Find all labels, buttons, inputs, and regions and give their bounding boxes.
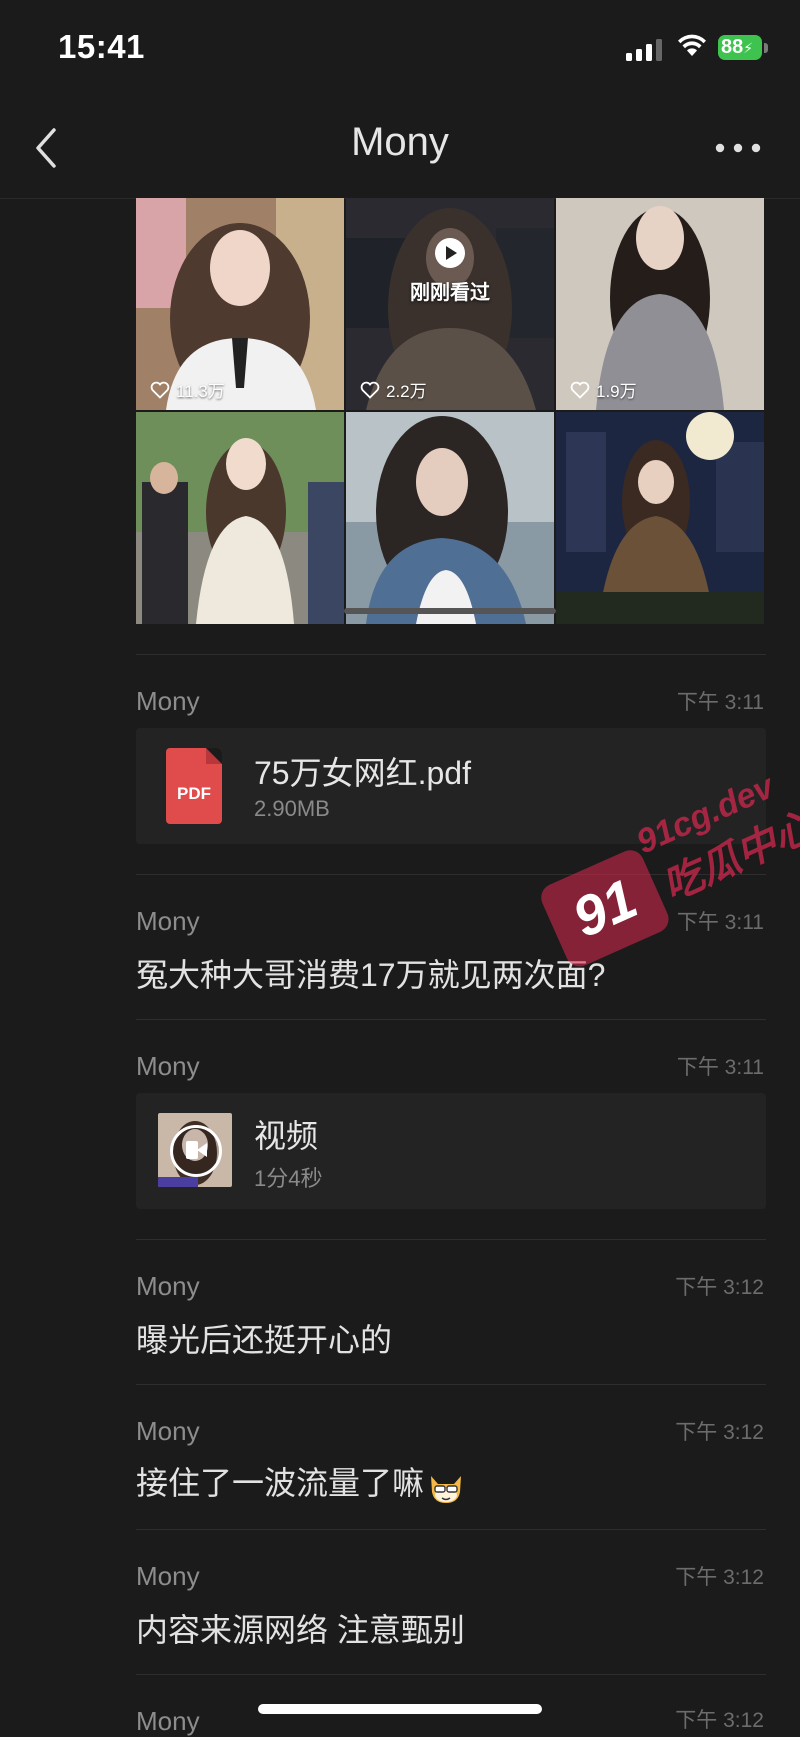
photo-image (556, 412, 764, 624)
message-sender: Mony (136, 906, 200, 936)
video-camera-icon (170, 1125, 222, 1177)
message-sender: Mony (136, 1271, 200, 1301)
message-sender: Mony (136, 1416, 200, 1446)
play-icon (435, 238, 465, 268)
message-divider (136, 654, 766, 655)
video-thumbnail (158, 1113, 232, 1187)
photo-image (346, 412, 554, 624)
grid-photo[interactable] (136, 412, 344, 624)
file-size: 2.90MB (254, 796, 330, 821)
message-time: 下午 3:11 (676, 1056, 764, 1079)
message-time: 下午 3:11 (676, 911, 764, 934)
grid-photo[interactable]: 1.9万 (556, 198, 764, 410)
message-time: 下午 3:11 (676, 691, 764, 714)
photo-grid: 11.3万 刚刚看过 2.2万 1.9万 (136, 198, 766, 624)
battery-cap (764, 43, 768, 53)
home-indicator[interactable] (258, 1704, 542, 1714)
grid-photo[interactable] (346, 412, 554, 624)
message-sender: Mony (136, 1051, 200, 1081)
message-text[interactable]: 接住了一波流量了嘛 (136, 1458, 466, 1506)
message-divider (136, 1529, 766, 1530)
cellular-signal-icon (626, 37, 662, 61)
video-message-card[interactable]: 视频 1分4秒 (136, 1093, 766, 1209)
message-sender: Mony (136, 686, 200, 716)
file-name: 75万女网红.pdf (254, 755, 471, 791)
battery-level: 88 (721, 36, 744, 58)
more-options-icon[interactable] (706, 126, 770, 170)
message-text[interactable]: 曝光后还挺开心的 (136, 1315, 392, 1361)
message-text[interactable]: 内容来源网络 注意甄别 (136, 1605, 465, 1651)
like-count-value: 2.2万 (386, 382, 427, 401)
pdf-file-icon: PDF (166, 748, 222, 824)
message-time: 下午 3:12 (675, 1276, 764, 1299)
message-divider (136, 1674, 766, 1675)
cat-emoji-icon (431, 1475, 462, 1503)
photo-image (136, 412, 344, 624)
like-count-value: 1.9万 (596, 382, 637, 401)
message-divider (136, 1384, 766, 1385)
grid-video[interactable]: 刚刚看过 2.2万 (346, 198, 554, 410)
grid-photo[interactable]: 11.3万 (136, 198, 344, 410)
video-title: 视频 (254, 1118, 319, 1154)
message-text[interactable]: 冤大种大哥消费17万就见两次面? (136, 950, 605, 996)
heart-icon (570, 381, 590, 399)
heart-icon (150, 381, 170, 399)
video-duration: 1分4秒 (254, 1166, 323, 1191)
grid-photo[interactable] (556, 412, 764, 624)
recently-viewed-overlay: 刚刚看过 (346, 238, 554, 305)
status-bar: 15:41 88⚡ (0, 0, 800, 100)
message-time: 下午 3:12 (675, 1421, 764, 1444)
message-divider (136, 1239, 766, 1240)
status-time: 15:41 (58, 28, 145, 65)
pdf-icon-label: PDF (177, 784, 211, 803)
chat-title: Mony (351, 120, 449, 164)
wifi-icon (678, 34, 706, 56)
message-sender: Mony (136, 1706, 200, 1736)
battery-icon: 88⚡ (718, 35, 762, 60)
heart-icon (360, 381, 380, 399)
like-count: 2.2万 (360, 377, 427, 402)
nav-bar: Mony (0, 100, 800, 199)
recently-viewed-label: 刚刚看过 (410, 282, 490, 304)
message-sender: Mony (136, 1561, 200, 1591)
message-time: 下午 3:12 (675, 1566, 764, 1589)
like-count-value: 11.3万 (176, 382, 225, 401)
message-text-content: 接住了一波流量了嘛 (136, 1465, 425, 1501)
carousel-scroll-indicator (344, 608, 556, 614)
like-count: 1.9万 (570, 377, 637, 402)
message-time: 下午 3:12 (675, 1709, 764, 1732)
message-divider (136, 1019, 766, 1020)
like-count: 11.3万 (150, 377, 225, 402)
